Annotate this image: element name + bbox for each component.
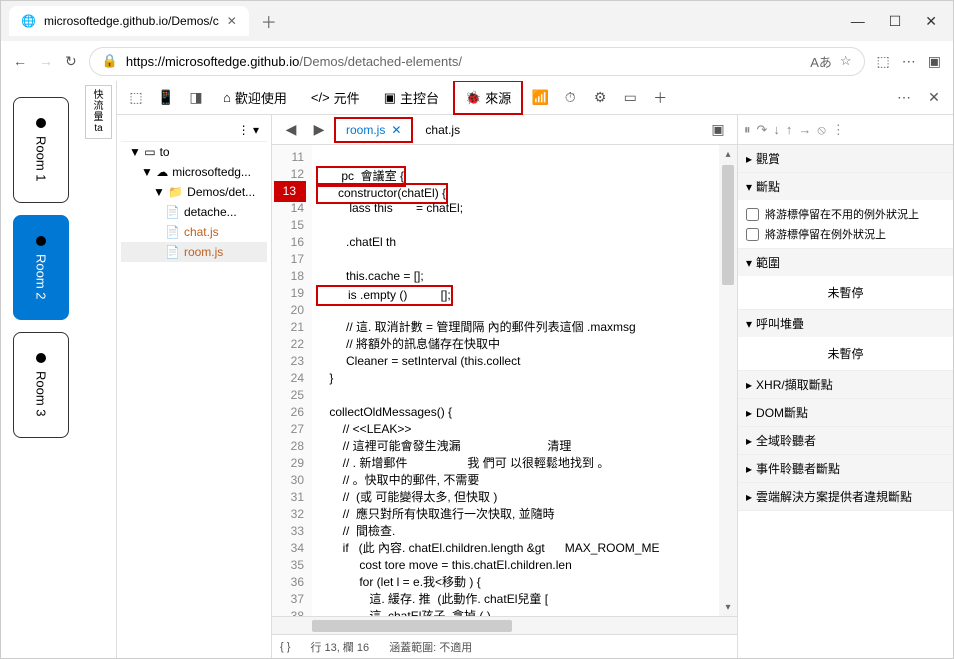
hscroll-thumb[interactable]: [312, 620, 512, 632]
bp-unused[interactable]: 將游標停留在不用的例外狀況上: [746, 204, 945, 224]
editor-tabs: ◀ ▶ room.js ✕ chat.js ▣: [272, 115, 737, 145]
dom-section[interactable]: ▸ DOM斷點: [738, 399, 953, 426]
braces-icon[interactable]: { }: [280, 641, 290, 653]
room-3[interactable]: Room 3: [13, 332, 69, 438]
inspect-icon[interactable]: ⬚: [123, 85, 149, 111]
rooms-sidebar: Room 1 Room 2 Room 3: [1, 81, 81, 658]
extensions-icon[interactable]: ⬚: [877, 53, 890, 70]
close-icon[interactable]: ✕: [391, 123, 401, 137]
watch-section[interactable]: ▸ 觀賞: [738, 145, 953, 172]
slow-panel: 快流 量 ta: [81, 81, 116, 658]
step-into-icon[interactable]: ↓: [773, 122, 780, 137]
tree-file-room[interactable]: 📄 room.js: [121, 242, 267, 262]
tab-title: microsoftedge.github.io/Demos/c: [44, 14, 219, 28]
horizontal-scrollbar[interactable]: [272, 616, 737, 634]
csp-section[interactable]: ▸ 雲端解決方案提供者違規斷點: [738, 483, 953, 510]
editor-tab-room[interactable]: room.js ✕: [334, 117, 413, 143]
tab-elements[interactable]: </> 元件: [301, 82, 370, 113]
tab-console[interactable]: ▣ 主控台: [374, 82, 449, 113]
xhr-section[interactable]: ▸ XHR/擷取斷點: [738, 371, 953, 398]
vertical-scrollbar[interactable]: ▴ ▾: [719, 145, 737, 616]
refresh-button[interactable]: ↻: [65, 53, 77, 70]
step-out-icon[interactable]: ↑: [786, 122, 793, 137]
back-button[interactable]: ←: [13, 53, 27, 69]
address-bar: ← → ↻ 🔒 https://microsoftedge.github.io/…: [1, 41, 953, 81]
global-section[interactable]: ▸ 全域聆聽者: [738, 427, 953, 454]
devtools-toolbar: ⬚ 📱 ◨ ⌂ 歡迎使用 </> 元件 ▣ 主控台 🐞 來源 📶 ⏱ ⚙ ▭ ＋…: [117, 81, 953, 115]
slow-box[interactable]: 快流 量 ta: [85, 85, 112, 139]
lock-icon: 🔒: [102, 53, 118, 69]
read-aloud-icon[interactable]: Aあ: [810, 52, 832, 71]
debug-controls: ⏸ ↷ ↓ ↑ → ⦸ ⋮: [738, 115, 953, 145]
browser-tab[interactable]: 🌐 microsoftedge.github.io/Demos/c ✕: [9, 6, 249, 36]
devtools: ⬚ 📱 ◨ ⌂ 歡迎使用 </> 元件 ▣ 主控台 🐞 來源 📶 ⏱ ⚙ ▭ ＋…: [116, 81, 953, 658]
cursor-position: 行 13, 欄 16: [310, 639, 369, 655]
nav-back-icon[interactable]: ◀: [278, 117, 304, 143]
browser-titlebar: 🌐 microsoftedge.github.io/Demos/c ✕ ＋ — …: [1, 1, 953, 41]
breakpoints-section[interactable]: ▾ 斷點: [738, 173, 953, 200]
favorite-icon[interactable]: ☆: [840, 53, 852, 69]
minimize-button[interactable]: —: [851, 13, 865, 30]
editor-body[interactable]: 1112131415161718192021222324252627282930…: [272, 145, 737, 616]
close-window-button[interactable]: ✕: [925, 13, 937, 30]
new-tab-button[interactable]: ＋: [261, 9, 277, 33]
tab-sources[interactable]: 🐞 來源: [453, 81, 523, 115]
file-tree: ⋮ ▾ ▼ ▭ to ▼ ☁ microsoftedg... ▼ 📁 Demos…: [117, 115, 272, 658]
more-tools-icon[interactable]: ⋯: [891, 85, 917, 111]
url-path: /Demos/detached-elements/: [299, 54, 462, 69]
globe-icon: 🌐: [21, 14, 36, 28]
scope-not-paused: 未暫停: [738, 276, 953, 309]
close-tab-icon[interactable]: ✕: [227, 14, 237, 28]
debugger-pane: ⏸ ↷ ↓ ↑ → ⦸ ⋮ ▸ 觀賞 ▾ 斷點 將游標停留在不用的例外狀況上 將…: [738, 115, 953, 658]
tree-host[interactable]: ▼ ☁ microsoftedg...: [121, 162, 267, 182]
device-icon[interactable]: 📱: [153, 85, 179, 111]
scroll-down-icon[interactable]: ▾: [719, 598, 737, 616]
settings-gear-icon[interactable]: ⚙: [587, 85, 613, 111]
tab-welcome[interactable]: ⌂ 歡迎使用: [213, 82, 297, 113]
room-2[interactable]: Room 2: [13, 215, 69, 321]
popout-icon[interactable]: ▣: [705, 117, 731, 143]
step-over-icon[interactable]: ↷: [757, 122, 768, 138]
editor-tab-chat[interactable]: chat.js: [415, 119, 470, 141]
code-area[interactable]: pc 會議室 { constructor(chatEl) { lass this…: [312, 145, 737, 616]
add-tab-icon[interactable]: ＋: [647, 85, 673, 111]
tree-file-detached[interactable]: 📄 detache...: [121, 202, 267, 222]
tree-folder[interactable]: ▼ 📁 Demos/det...: [121, 182, 267, 202]
room-1[interactable]: Room 1: [13, 97, 69, 203]
pause-icon[interactable]: ⏸: [744, 122, 751, 138]
deactivate-bp-icon[interactable]: ⦸: [817, 122, 825, 138]
scroll-thumb[interactable]: [722, 165, 734, 285]
scroll-up-icon[interactable]: ▴: [719, 145, 737, 163]
panel-icon[interactable]: ▭: [617, 85, 643, 111]
forward-button[interactable]: →: [39, 53, 53, 69]
coverage-status: 涵蓋範圍: 不適用: [389, 639, 472, 655]
devtools-close-icon[interactable]: ✕: [921, 85, 947, 111]
more-icon[interactable]: ⋯: [902, 53, 916, 70]
nav-fwd-icon[interactable]: ▶: [306, 117, 332, 143]
tree-top[interactable]: ▼ ▭ to: [121, 142, 267, 162]
step-icon[interactable]: →: [798, 122, 811, 137]
code-editor: ◀ ▶ room.js ✕ chat.js ▣ 1112131415161718…: [272, 115, 738, 658]
maximize-button[interactable]: ☐: [889, 13, 902, 30]
dock-icon[interactable]: ◨: [183, 85, 209, 111]
bp-caught[interactable]: 將游標停留在例外狀況上: [746, 224, 945, 244]
network-icon[interactable]: 📶: [527, 85, 553, 111]
dropdown-icon[interactable]: ⋮ ▾: [238, 123, 259, 137]
callstack-section[interactable]: ▾ 呼叫堆疊: [738, 310, 953, 337]
event-section[interactable]: ▸ 事件聆聽者斷點: [738, 455, 953, 482]
url-input[interactable]: 🔒 https://microsoftedge.github.io/Demos/…: [89, 47, 865, 76]
performance-icon[interactable]: ⏱: [557, 85, 583, 111]
line-gutter: 1112131415161718192021222324252627282930…: [272, 145, 312, 616]
editor-status: { } 行 13, 欄 16 涵蓋範圍: 不適用: [272, 634, 737, 658]
more-icon[interactable]: ⋮: [832, 122, 845, 138]
tree-file-chat[interactable]: 📄 chat.js: [121, 222, 267, 242]
url-domain: https://microsoftedge.github.io: [126, 54, 299, 69]
callstack-not-paused: 未暫停: [738, 337, 953, 370]
scope-section[interactable]: ▾ 範圍: [738, 249, 953, 276]
collections-icon[interactable]: ▣: [928, 53, 941, 70]
